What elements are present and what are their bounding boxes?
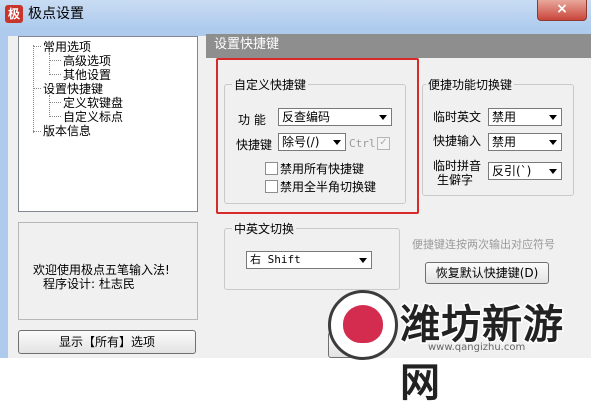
tree-item-common[interactable]: 常用选项 xyxy=(43,40,91,54)
welcome-box: 欢迎使用极点五笔输入法! 程序设计: 杜志民 xyxy=(18,222,198,320)
chevron-down-icon xyxy=(549,140,557,145)
tree-item-advanced[interactable]: 高级选项 xyxy=(63,54,111,68)
close-button[interactable]: × xyxy=(537,0,587,21)
temp-pinyin-select[interactable]: 反引(`) xyxy=(488,162,562,180)
temp-english-value: 禁用 xyxy=(492,110,517,124)
chevron-down-icon xyxy=(549,115,557,120)
hint-text: 便捷键连按两次输出对应符号 xyxy=(412,238,555,251)
tree-item-other[interactable]: 其他设置 xyxy=(63,68,111,82)
highlight-box xyxy=(216,58,419,214)
temp-english-select[interactable]: 禁用 xyxy=(488,108,562,126)
chevron-down-icon xyxy=(359,258,367,263)
title-bar: 极 极点设置 × xyxy=(0,0,591,29)
section-header: 设置快捷键 xyxy=(206,34,591,58)
tree-item-soft-keyboard[interactable]: 定义软键盘 xyxy=(63,96,123,110)
quick-input-label: 快捷输入 xyxy=(433,134,482,148)
tree-item-shortcuts[interactable]: 设置快捷键 xyxy=(43,82,103,96)
convenient-switch-title: 便捷功能切换键 xyxy=(426,76,515,93)
temp-english-label: 临时英文 xyxy=(433,110,482,124)
quick-input-select[interactable]: 禁用 xyxy=(488,133,562,151)
quick-input-value: 禁用 xyxy=(492,135,517,149)
rare-char-label: 生僻字 xyxy=(437,173,474,187)
show-all-options-button[interactable]: 显示【所有】选项 xyxy=(18,330,196,354)
cn-en-switch-value: 右 Shift xyxy=(250,253,301,266)
temp-pinyin-value: 反引(`) xyxy=(492,164,532,178)
chevron-down-icon xyxy=(549,169,557,174)
tree-item-version[interactable]: 版本信息 xyxy=(43,124,91,138)
tree-item-custom-punct[interactable]: 自定义标点 xyxy=(63,110,123,124)
cn-en-switch-select[interactable]: 右 Shift xyxy=(246,251,372,269)
author-text: 程序设计: 杜志民 xyxy=(43,277,135,291)
heart-icon xyxy=(343,305,383,343)
restore-defaults-button[interactable]: 恢复默认快捷键(D) xyxy=(425,262,549,284)
window-title: 极点设置 xyxy=(28,6,84,22)
settings-tree[interactable]: 常用选项 高级选项 其他设置 设置快捷键 定义软键盘 自定义标点 版本信息 xyxy=(18,36,198,212)
watermark-url: www.qangizhu.com xyxy=(428,342,526,353)
app-icon: 极 xyxy=(5,5,23,23)
cn-en-switch-title: 中英文切换 xyxy=(232,220,297,237)
